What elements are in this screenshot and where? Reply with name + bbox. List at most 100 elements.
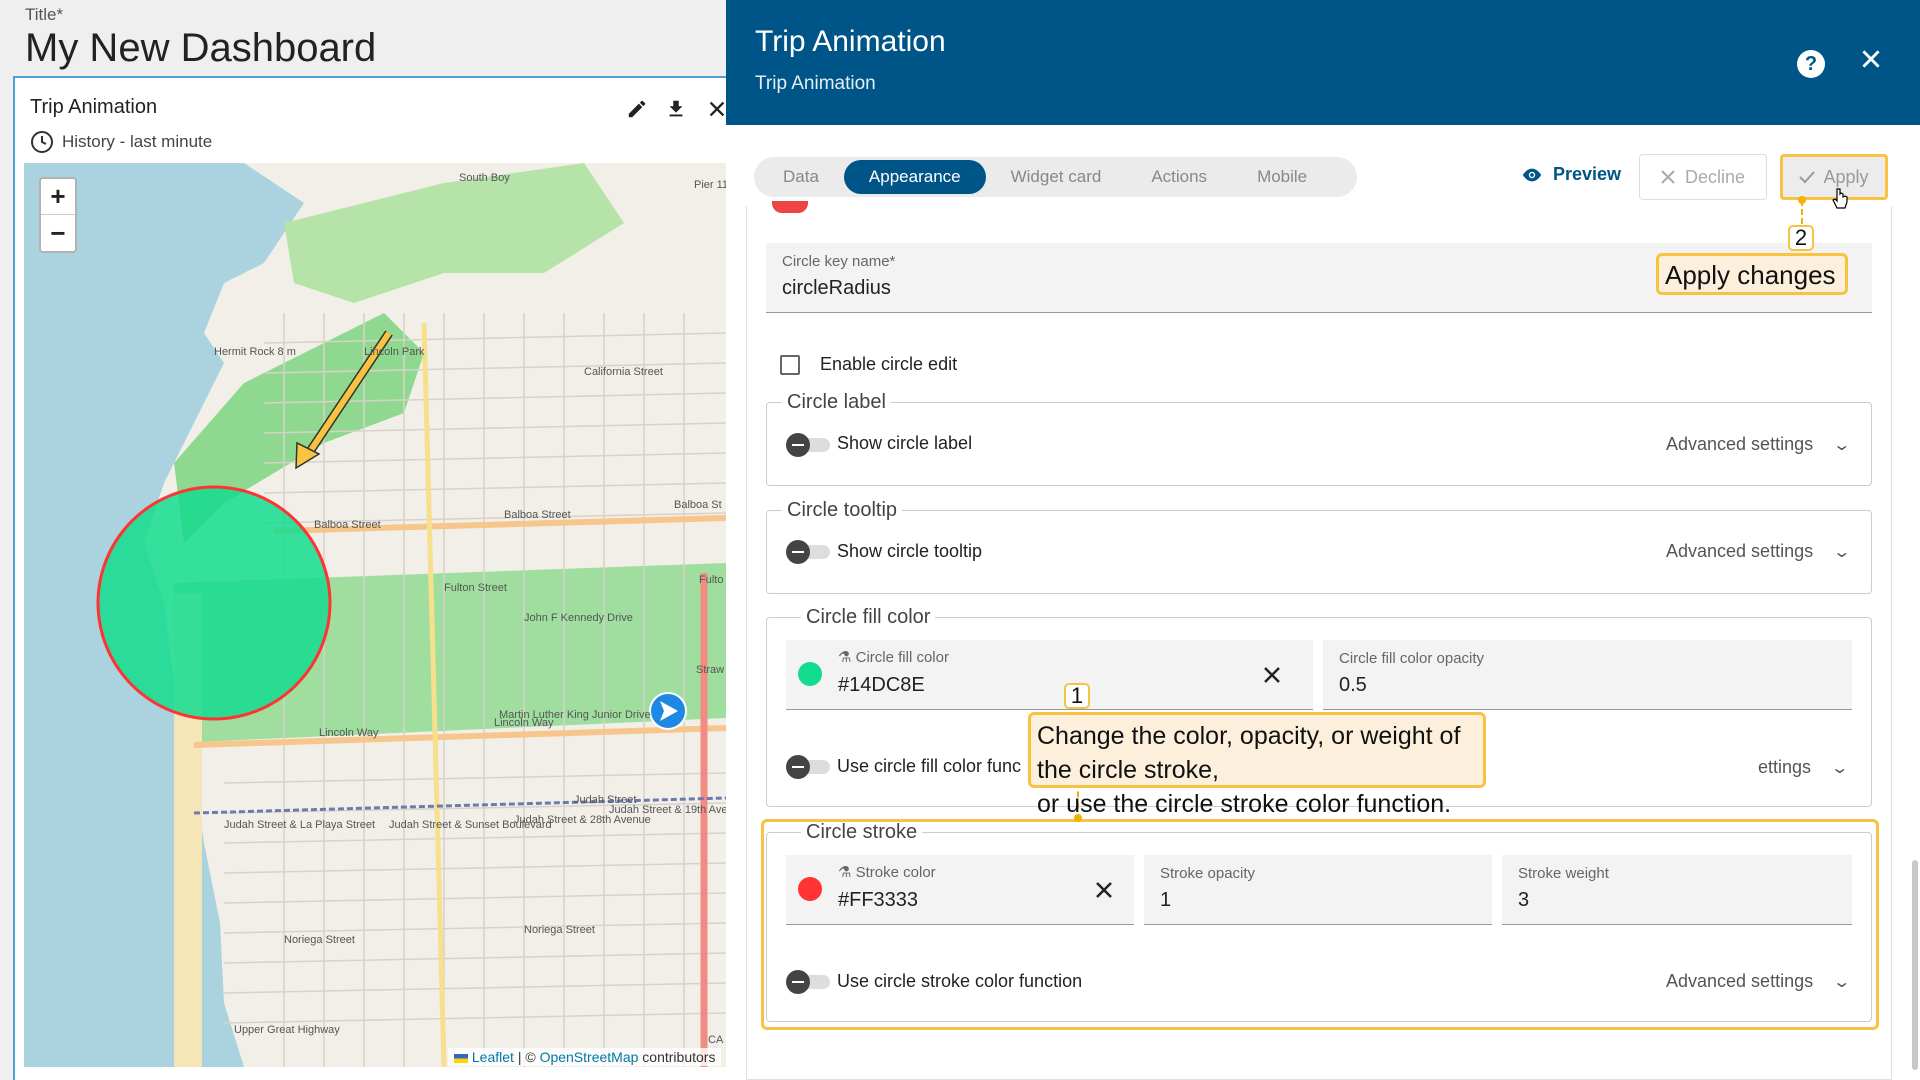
map-label: Lincoln Way [319, 727, 379, 739]
stroke-section-highlight [761, 819, 1879, 1030]
dashboard-title[interactable]: My New Dashboard [25, 26, 376, 71]
timewindow[interactable]: History - last minute [30, 130, 212, 154]
check-icon [1799, 171, 1816, 184]
clock-icon [31, 131, 53, 153]
advanced-settings-label: Advanced settings [1666, 434, 1814, 454]
tab-bar: Data Appearance Widget card Actions Mobi… [754, 157, 1357, 197]
tab-data[interactable]: Data [758, 160, 844, 194]
close-icon [1661, 170, 1675, 184]
tab-actions[interactable]: Actions [1126, 160, 1232, 194]
enable-circle-edit-label: Enable circle edit [820, 354, 958, 374]
step-2-badge: 2 [1788, 225, 1814, 251]
circle-label-legend: Circle label [782, 391, 891, 414]
show-circle-label-text: Show circle label [837, 433, 973, 453]
circle-fill-color-field[interactable]: ⚗ Circle fill color #14DC8E [786, 640, 1313, 710]
map-label: Fulto [699, 574, 723, 586]
chevron-down-icon: ⌄ [1832, 436, 1852, 454]
map-label: Lincoln Way [494, 717, 554, 729]
map-label: South Boy [459, 172, 510, 184]
attribution-tail: contributors [638, 1049, 716, 1065]
circle-fill-legend: Circle fill color [801, 606, 936, 629]
circle-fill-advanced[interactable]: ettings ⌄ [1758, 757, 1850, 778]
map-label: John F Kennedy Drive [524, 612, 633, 624]
dashboard-title-label: Title* [25, 5, 64, 24]
widget-title: Trip Animation [30, 96, 158, 118]
close-panel-icon[interactable] [1858, 44, 1884, 78]
preview-label: Preview [1553, 164, 1622, 184]
help-icon[interactable]: ? [1797, 50, 1825, 78]
apply-label: Apply [1823, 166, 1869, 187]
panel-subtitle: Trip Animation [755, 73, 876, 94]
scrollbar[interactable] [1912, 860, 1918, 1070]
map[interactable]: South Boy Pier 117 Hermit Rock 8 m Linco… [24, 163, 726, 1067]
callout-1: Change the color, opacity, or weight of … [1028, 712, 1486, 818]
close-widget-icon[interactable] [706, 98, 726, 126]
map-label: Noriega Street [284, 934, 355, 946]
circle-key-label: Circle key name* [782, 253, 896, 270]
map-circle[interactable] [96, 485, 332, 721]
zoom-control: + − [39, 177, 77, 253]
edit-icon[interactable] [626, 98, 648, 126]
eye-icon [1522, 168, 1542, 181]
callout-1-line1: Change the color, opacity, or weight of … [1037, 722, 1461, 784]
circle-tooltip-advanced[interactable]: Advanced settings ⌄ [1666, 541, 1852, 562]
fill-color-label: Circle fill color [855, 649, 949, 666]
fill-opacity-label: Circle fill color opacity [1339, 650, 1485, 667]
enable-circle-edit-checkbox[interactable] [780, 355, 800, 375]
zoom-in-button[interactable]: + [41, 179, 75, 215]
show-circle-tooltip-text: Show circle tooltip [837, 541, 983, 561]
dashboard-area: Title* My New Dashboard Trip Animation H… [0, 0, 726, 1080]
zoom-out-button[interactable]: − [41, 215, 75, 251]
panel-title: Trip Animation [755, 25, 946, 58]
download-icon[interactable] [665, 98, 687, 126]
fill-opacity-value: 0.5 [1339, 674, 1367, 696]
chevron-down-icon: ⌄ [1830, 759, 1850, 777]
callout-2-text: Apply changes [1665, 260, 1836, 290]
tab-mobile[interactable]: Mobile [1232, 160, 1332, 194]
decline-label: Decline [1684, 166, 1746, 187]
partial-toggle [772, 201, 808, 213]
circle-tooltip-legend: Circle tooltip [782, 499, 903, 522]
leaflet-link[interactable]: Leaflet [472, 1049, 514, 1065]
circle-fill-opacity-field[interactable]: Circle fill color opacity 0.5 [1323, 640, 1852, 710]
advanced-settings-label: Advanced settings [1666, 541, 1814, 561]
fill-color-function-text: Use circle fill color func [837, 756, 1022, 776]
widget-config-panel: Trip Animation Trip Animation ? Data App… [726, 0, 1920, 1080]
palette-icon: ⚗ [838, 649, 852, 666]
map-label: California Street [584, 366, 663, 378]
osm-link[interactable]: OpenStreetMap [540, 1049, 639, 1065]
advanced-settings-label: ettings [1758, 757, 1812, 777]
map-label: CA [708, 1034, 724, 1046]
circle-label-advanced[interactable]: Advanced settings ⌄ [1666, 434, 1852, 455]
fill-color-swatch[interactable] [798, 662, 822, 686]
show-circle-label-toggle[interactable] [786, 433, 830, 457]
fill-color-function-toggle[interactable] [786, 755, 830, 779]
ukraine-flag-icon [454, 1053, 468, 1063]
map-label: Pier 117 [694, 179, 726, 191]
map-label: Upper Great Highway [234, 1024, 340, 1036]
map-label: Judah Street & La Playa Street [224, 819, 375, 831]
map-label: Balboa Street [504, 509, 571, 521]
tab-widget-card[interactable]: Widget card [986, 160, 1127, 194]
circle-key-value: circleRadius [782, 277, 891, 299]
show-circle-tooltip-toggle[interactable] [786, 540, 830, 564]
clear-fill-color-icon[interactable] [1262, 662, 1282, 690]
map-label: Lincoln Park [364, 346, 425, 358]
fill-color-label-wrap: ⚗ Circle fill color [838, 648, 949, 666]
map-label: Fulton Street [444, 582, 507, 594]
timewindow-label: History - last minute [62, 132, 213, 151]
map-label: Judah Street & 19th Avenue [609, 804, 726, 816]
map-attribution: Leaflet | © OpenStreetMap contributors [448, 1048, 722, 1066]
tab-appearance[interactable]: Appearance [843, 160, 986, 194]
panel-header: Trip Animation Trip Animation ? [726, 0, 1920, 125]
callout-1-line2: or use the circle stroke color function. [1037, 790, 1452, 818]
callout-2: Apply changes [1656, 253, 1848, 295]
map-label: Balboa Street [314, 519, 381, 531]
callout-2-dot [1798, 196, 1806, 204]
map-label: Hermit Rock 8 m [214, 346, 296, 358]
decline-button[interactable]: Decline [1639, 154, 1767, 200]
preview-button[interactable]: Preview [1521, 164, 1621, 185]
chevron-down-icon: ⌄ [1832, 543, 1852, 561]
map-label: Noriega Street [524, 924, 595, 936]
map-label: Balboa St [674, 499, 722, 511]
